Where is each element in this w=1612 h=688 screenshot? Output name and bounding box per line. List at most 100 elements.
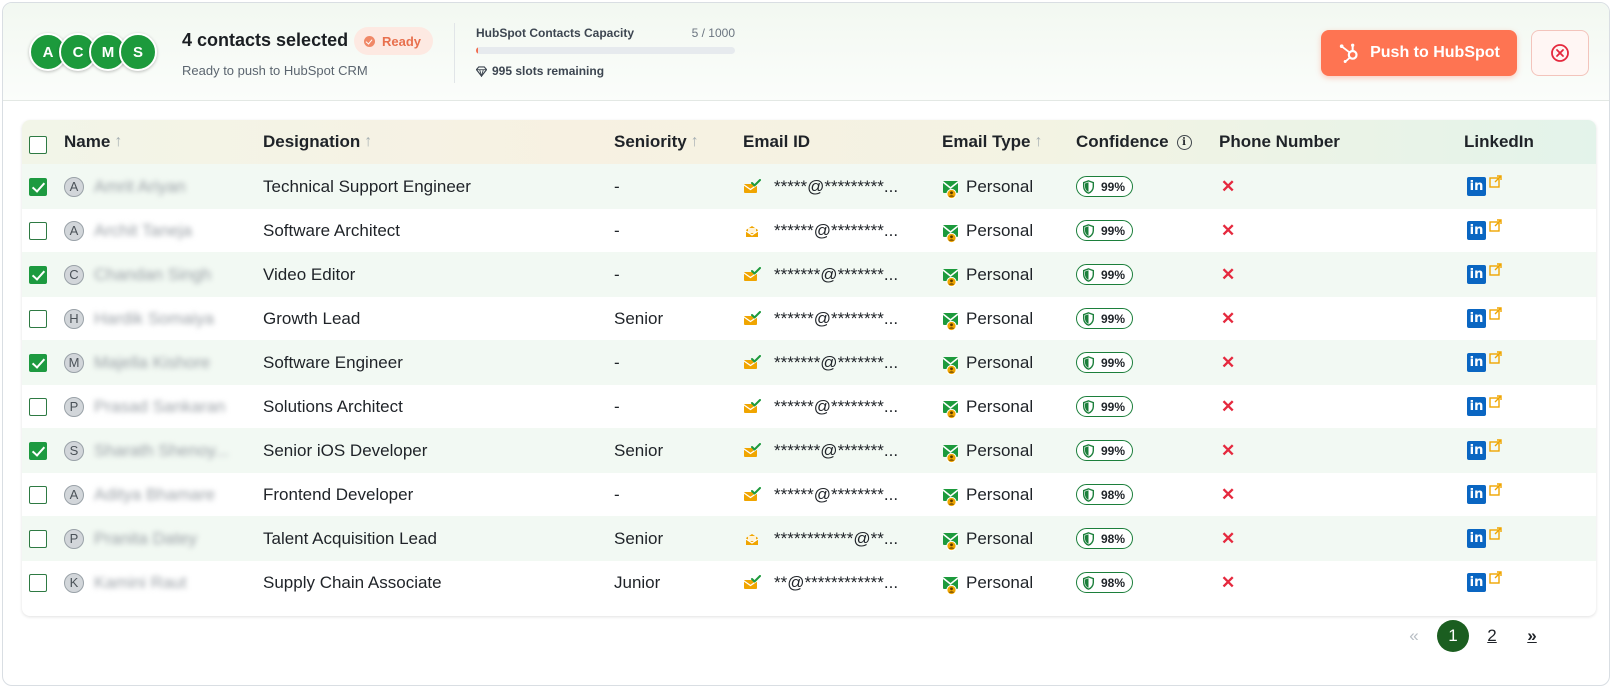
external-link-icon[interactable] [1489, 439, 1502, 452]
designation: Software Architect [263, 220, 401, 240]
column-header-confidence: Confidence i [1076, 120, 1192, 164]
designation: Talent Acquisition Lead [263, 528, 437, 548]
masked-email: *****@*********... [774, 176, 899, 196]
external-link-icon[interactable] [1489, 483, 1502, 496]
pagination-next[interactable]: » [1517, 620, 1547, 652]
table-row[interactable]: A Amrit Ariyan Technical Support Engineer -… [22, 164, 1596, 209]
linkedin-icon[interactable]: in [1467, 441, 1486, 460]
external-link-icon[interactable] [1489, 527, 1502, 540]
no-phone-icon: ✕ [1221, 352, 1236, 372]
email-type: Personal [966, 176, 1034, 196]
column-header-name[interactable]: Name ↑ [64, 120, 122, 164]
table-row[interactable]: H Hardik Somaiya Growth Lead Senior ******@*… [22, 296, 1596, 341]
linkedin-icon[interactable]: in [1467, 221, 1486, 240]
row-checkbox[interactable] [29, 266, 47, 284]
confidence-value: 99% [1101, 223, 1126, 238]
table-row[interactable]: K Kamini Raut Supply Chain Associate Junior… [22, 560, 1596, 605]
push-to-hubspot-button[interactable]: Push to HubSpot [1321, 30, 1517, 76]
table-row[interactable]: A Aditya Bhamare Frontend Developer - ******… [22, 472, 1596, 517]
row-checkbox[interactable] [29, 310, 47, 328]
row-checkbox[interactable] [29, 178, 47, 196]
email-type: Personal [966, 572, 1034, 592]
external-link-icon[interactable] [1489, 307, 1502, 320]
table-row[interactable]: P Pranita Datey Talent Acquisition Lead Sen… [22, 516, 1596, 561]
confidence-cell: 99% [1076, 340, 1134, 385]
external-link-icon[interactable] [1489, 219, 1502, 232]
push-to-hubspot-label: Push to HubSpot [1370, 44, 1500, 61]
row-checkbox[interactable] [29, 442, 47, 460]
email-type-cell: Personal [942, 296, 1033, 341]
info-icon[interactable]: i [1176, 134, 1192, 150]
row-checkbox[interactable] [29, 486, 47, 504]
pagination-page-1[interactable]: 1 [1437, 620, 1469, 652]
contact-name: Hardik Somaiya [94, 308, 214, 328]
linkedin-icon[interactable]: in [1467, 265, 1486, 284]
status-badge: Ready [354, 27, 434, 55]
table-row[interactable]: C Chandan Singh Video Editor - *******@*****… [22, 252, 1596, 297]
external-link-icon[interactable] [1489, 351, 1502, 364]
row-checkbox[interactable] [29, 530, 47, 548]
confidence-value: 99% [1101, 179, 1126, 194]
email-cell: ******@********... [743, 384, 898, 429]
row-checkbox[interactable] [29, 222, 47, 240]
table-row[interactable]: P Prasad Sankaran Solutions Architect - ****… [22, 384, 1596, 429]
row-checkbox[interactable] [29, 574, 47, 592]
contact-name-cell: P Prasad Sankaran [64, 384, 225, 429]
linkedin-icon[interactable]: in [1467, 485, 1486, 504]
linkedin-icon[interactable]: in [1467, 177, 1486, 196]
confidence-value: 99% [1101, 443, 1126, 458]
slots-remaining: 995 slots remaining [476, 64, 604, 78]
no-phone-icon: ✕ [1221, 572, 1236, 592]
external-link-icon[interactable] [1489, 263, 1502, 276]
no-phone-icon: ✕ [1221, 484, 1236, 504]
personal-email-icon [942, 487, 960, 507]
no-phone-icon: ✕ [1221, 176, 1236, 196]
no-phone-icon: ✕ [1221, 440, 1236, 460]
select-all-checkbox[interactable] [29, 136, 47, 154]
linkedin-icon[interactable]: in [1467, 529, 1486, 548]
email-type-cell: Personal [942, 560, 1033, 605]
pagination-prev[interactable]: « [1401, 620, 1427, 652]
confidence-badge: 98% [1076, 484, 1134, 505]
contacts-table: Name ↑ Designation ↑ Seniority ↑ Email I… [22, 120, 1596, 616]
table-row[interactable]: M Majella Kishore Software Engineer - ******… [22, 340, 1596, 385]
confidence-value: 99% [1101, 311, 1126, 326]
no-phone-icon: ✕ [1221, 220, 1236, 240]
table-row[interactable]: S Sharath Shenoy... Senior iOS Developer Se… [22, 428, 1596, 473]
pagination-page-2[interactable]: 2 [1477, 620, 1507, 652]
contact-name: Aditya Bhamare [94, 484, 215, 504]
confidence-cell: 98% [1076, 472, 1134, 517]
external-link-icon[interactable] [1489, 571, 1502, 584]
column-header-designation[interactable]: Designation ↑ [263, 120, 372, 164]
linkedin-icon[interactable]: in [1467, 353, 1486, 372]
capacity-progress-fill [476, 47, 479, 54]
personal-email-icon [942, 267, 960, 287]
masked-email: *******@*******... [774, 264, 899, 284]
row-checkbox[interactable] [29, 398, 47, 416]
personal-email-icon [942, 531, 960, 551]
phone-cell: ✕ [1221, 516, 1235, 561]
avatar: M [64, 352, 84, 373]
linkedin-icon[interactable]: in [1467, 397, 1486, 416]
contact-name-cell: M Majella Kishore [64, 340, 210, 385]
contact-name: Archit Taneja [94, 220, 192, 240]
column-header-seniority[interactable]: Seniority ↑ [614, 120, 699, 164]
email-type: Personal [966, 352, 1034, 372]
phone-cell: ✕ [1221, 340, 1235, 385]
contact-name-cell: P Pranita Datey [64, 516, 197, 561]
email-type: Personal [966, 440, 1034, 460]
confidence-cell: 99% [1076, 252, 1134, 297]
sort-arrow-up-icon: ↑ [1034, 133, 1043, 150]
column-header-email-type[interactable]: Email Type ↑ [942, 120, 1043, 164]
table-row[interactable]: A Archit Taneja Software Architect - ******@… [22, 208, 1596, 253]
email-type-cell: Personal [942, 516, 1033, 561]
row-checkbox[interactable] [29, 354, 47, 372]
confidence-value: 98% [1101, 575, 1126, 590]
linkedin-icon[interactable]: in [1467, 309, 1486, 328]
linkedin-icon[interactable]: in [1467, 573, 1486, 592]
external-link-icon[interactable] [1489, 175, 1502, 188]
email-cell: *******@*******... [743, 252, 898, 297]
close-button[interactable] [1531, 30, 1589, 76]
external-link-icon[interactable] [1489, 395, 1502, 408]
no-phone-icon: ✕ [1221, 264, 1236, 284]
